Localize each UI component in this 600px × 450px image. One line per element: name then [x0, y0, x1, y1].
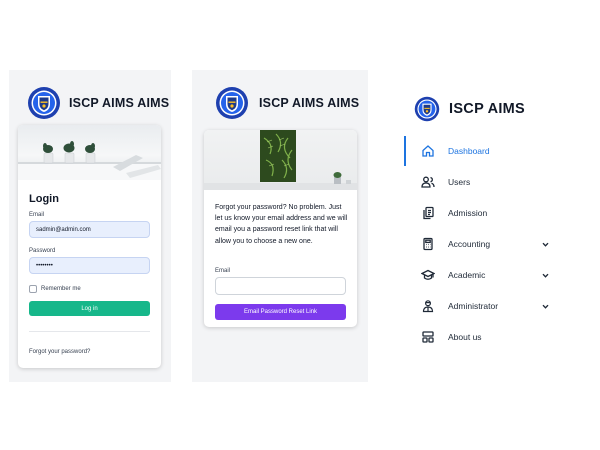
- sidebar-item-label: Dashboard: [448, 146, 490, 156]
- card-divider: [29, 331, 150, 332]
- password-value: ••••••••: [36, 262, 53, 269]
- desk-hero-image: [18, 125, 161, 180]
- password-field[interactable]: ••••••••: [29, 257, 150, 274]
- sidebar-item-label: Accounting: [448, 239, 491, 249]
- calculator-icon: [423, 237, 433, 251]
- sidebar-item-admission[interactable]: Admission: [405, 198, 565, 228]
- brand-name: ISCP AIMS: [449, 101, 526, 117]
- email-reset-link-button[interactable]: Email Password Reset Link: [215, 304, 346, 320]
- remember-me-checkbox[interactable]: [29, 285, 37, 293]
- admin-icon: [422, 300, 434, 313]
- email-label: Email: [29, 212, 45, 218]
- sidebar-item-label: About us: [448, 332, 482, 342]
- sidebar-brand: ISCP AIMS: [414, 96, 525, 122]
- remember-me-label: Remember me: [41, 286, 81, 292]
- school-seal-icon: [216, 87, 248, 119]
- password-label: Password: [29, 248, 56, 254]
- forgot-password-screen: ISCP AIMS AIMS Forgot your password? No …: [192, 70, 368, 382]
- plant-frame-hero-image: [204, 130, 357, 190]
- email-field[interactable]: [215, 277, 346, 295]
- forgot-password-link[interactable]: Forgot your password?: [29, 349, 90, 355]
- email-field[interactable]: sadmin@admin.com: [29, 221, 150, 238]
- chevron-down-icon[interactable]: [541, 271, 550, 280]
- sidebar-item-label: Admission: [448, 208, 488, 218]
- chevron-down-icon[interactable]: [541, 240, 550, 249]
- sidebar-item-users[interactable]: Users: [405, 167, 565, 197]
- login-title: Login: [29, 193, 59, 205]
- login-screen: ISCP AIMS AIMS Login Email sadmin@admin.…: [9, 70, 171, 382]
- sidebar-item-dashboard[interactable]: Dashboard: [405, 136, 565, 166]
- email-label: Email: [215, 268, 231, 274]
- sidebar-item-academic[interactable]: Academic: [405, 260, 565, 290]
- school-seal-icon: [28, 87, 60, 119]
- login-card: Login Email sadmin@admin.com Password ••…: [18, 125, 161, 368]
- users-icon: [421, 176, 435, 188]
- documents-icon: [423, 206, 434, 220]
- graduation-cap-icon: [421, 269, 435, 280]
- forgot-password-card: Forgot your password? No problem. Just l…: [204, 130, 357, 327]
- sidebar-item-accounting[interactable]: Accounting: [405, 229, 565, 259]
- sidebar-item-label: Administrator: [448, 301, 499, 311]
- sidebar-item-label: Academic: [448, 270, 486, 280]
- forgot-password-message: Forgot your password? No problem. Just l…: [215, 204, 348, 245]
- email-value: sadmin@admin.com: [36, 226, 91, 233]
- brand-name: ISCP AIMS AIMS: [259, 96, 360, 110]
- sidebar-item-about-us[interactable]: About us: [405, 322, 565, 352]
- sidebar-item-label: Users: [448, 177, 471, 187]
- sidebar-item-administrator[interactable]: Administrator: [405, 291, 565, 321]
- school-seal-icon: [414, 96, 440, 122]
- chevron-down-icon[interactable]: [541, 302, 550, 311]
- info-grid-icon: [422, 331, 434, 343]
- login-button[interactable]: Log in: [29, 301, 150, 316]
- home-icon: [422, 145, 434, 157]
- brand-name: ISCP AIMS AIMS: [69, 96, 170, 110]
- login-brand: ISCP AIMS AIMS: [27, 86, 169, 120]
- sidebar-navigation: ISCP AIMS Dashboard Users Admission Acco…: [395, 85, 575, 355]
- forgot-brand: ISCP AIMS AIMS: [215, 86, 359, 120]
